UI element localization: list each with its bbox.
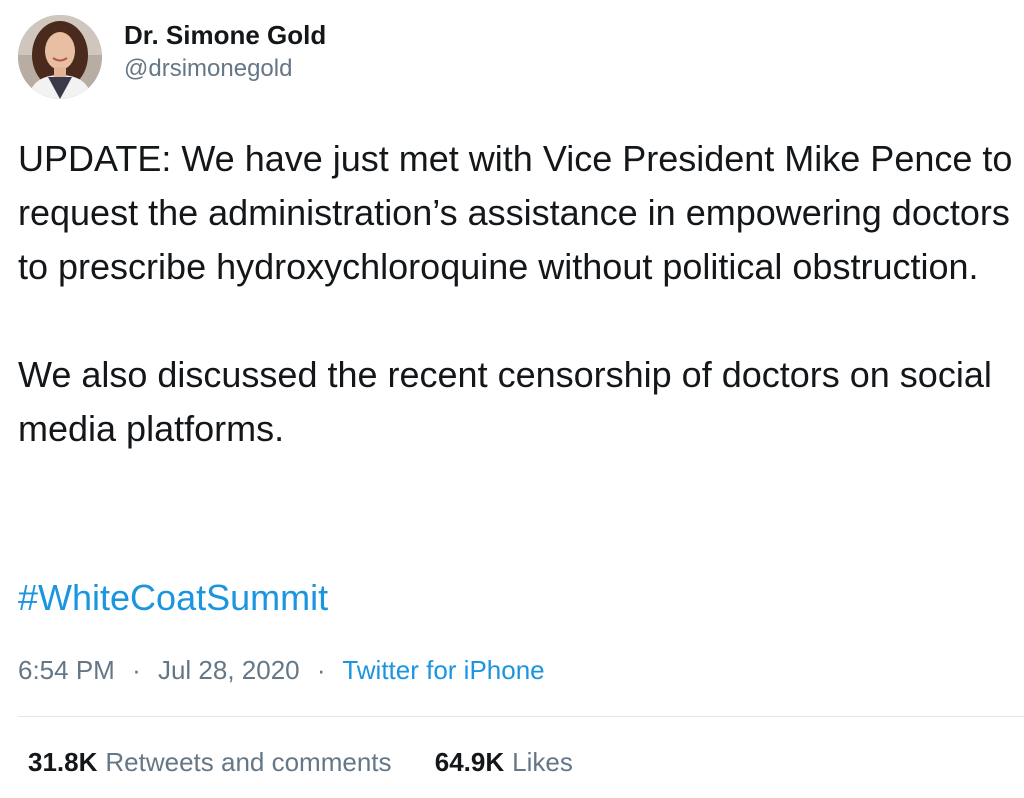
avatar-image bbox=[18, 15, 102, 99]
author-names: Dr. Simone Gold @drsimonegold bbox=[124, 18, 326, 86]
likes-stat[interactable]: 64.9K Likes bbox=[435, 744, 573, 780]
retweets-stat[interactable]: 31.8K Retweets and comments bbox=[28, 744, 392, 780]
likes-count: 64.9K bbox=[434, 747, 505, 777]
author-display-name[interactable]: Dr. Simone Gold bbox=[124, 18, 326, 52]
divider bbox=[18, 716, 1024, 717]
tweet-header: Dr. Simone Gold @drsimonegold bbox=[18, 14, 326, 100]
tweet-card: Dr. Simone Gold @drsimonegold UPDATE: We… bbox=[0, 0, 1024, 798]
separator-dot: · bbox=[316, 655, 326, 685]
separator-dot: · bbox=[132, 655, 141, 685]
tweet-source-link[interactable]: Twitter for iPhone bbox=[342, 655, 544, 685]
retweets-label: Retweets and comments bbox=[105, 747, 392, 777]
likes-label: Likes bbox=[512, 747, 573, 777]
retweets-count: 31.8K bbox=[28, 747, 98, 777]
tweet-time[interactable]: 6:54 PM bbox=[18, 655, 115, 685]
hashtag-link[interactable]: #WhiteCoatSummit bbox=[18, 571, 328, 625]
tweet-meta: 6:54 PM · Jul 28, 2020 · Twitter for iPh… bbox=[18, 652, 545, 688]
avatar[interactable] bbox=[18, 15, 102, 99]
tweet-text: UPDATE: We have just met with Vice Presi… bbox=[18, 132, 1018, 456]
author-handle[interactable]: @drsimonegold bbox=[124, 52, 326, 86]
tweet-date[interactable]: Jul 28, 2020 bbox=[158, 655, 300, 685]
tweet-stats: 31.8K Retweets and comments 64.9K Likes bbox=[28, 744, 573, 780]
tweet-paragraph: UPDATE: We have just met with Vice Presi… bbox=[18, 138, 1013, 287]
tweet-paragraph: We also discussed the recent censorship … bbox=[18, 354, 992, 449]
